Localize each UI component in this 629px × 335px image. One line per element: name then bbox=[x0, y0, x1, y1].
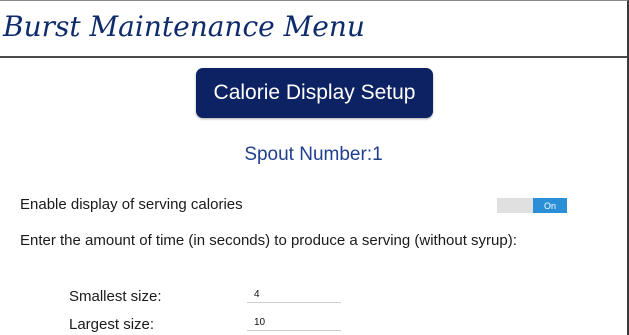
enable-calories-toggle[interactable]: On bbox=[497, 198, 567, 213]
smallest-size-input[interactable] bbox=[247, 287, 341, 303]
menu-header: Burst Maintenance Menu bbox=[0, 1, 627, 58]
calorie-display-setup-button[interactable]: Calorie Display Setup bbox=[196, 68, 433, 118]
smallest-size-label: Smallest size: bbox=[69, 288, 162, 305]
menu-title: Burst Maintenance Menu bbox=[3, 10, 365, 43]
toggle-on-indicator: On bbox=[533, 198, 567, 213]
largest-size-label: Largest size: bbox=[69, 316, 155, 333]
enable-calories-label: Enable display of serving calories bbox=[20, 196, 243, 213]
largest-size-input[interactable] bbox=[247, 315, 341, 331]
spout-number-label: Spout Number:1 bbox=[244, 144, 383, 165]
serving-time-instruction: Enter the amount of time (in seconds) to… bbox=[20, 232, 517, 249]
